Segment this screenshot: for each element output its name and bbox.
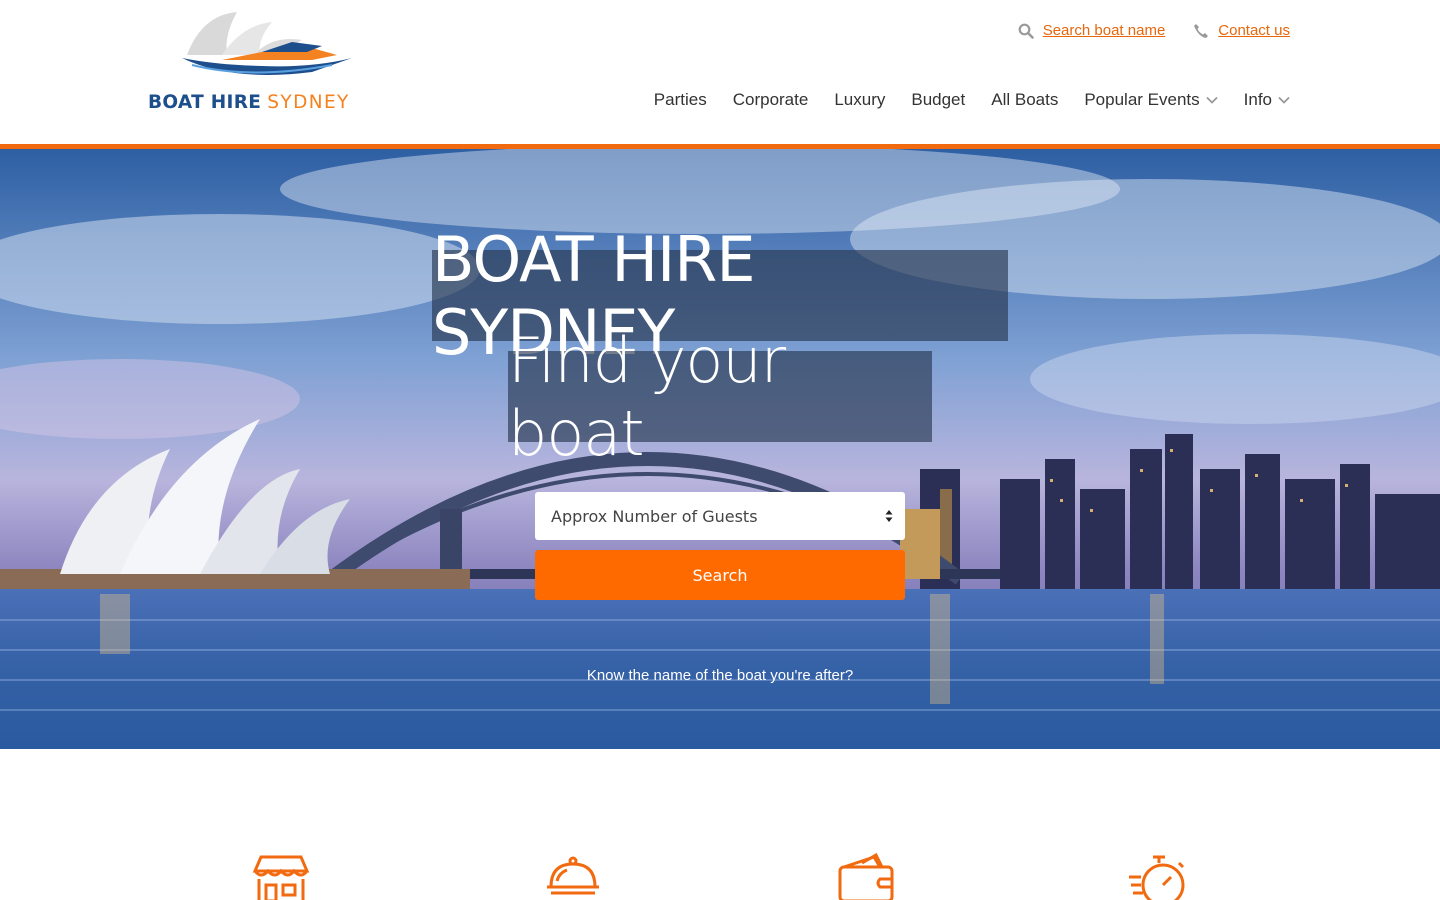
brand-logo[interactable]: BOAT HIRE SYDNEY	[148, 10, 374, 118]
nav-label: Popular Events	[1084, 90, 1200, 109]
hero-banner: BOAT HIRE SYDNEY Find your boat Approx N…	[0, 149, 1440, 749]
nav-label: Info	[1243, 90, 1272, 109]
storefront-icon	[252, 855, 310, 900]
logo-wordmark: BOAT HIRE SYDNEY	[148, 92, 350, 113]
nav-item-all-boats[interactable]: All Boats	[991, 90, 1058, 110]
contact-us-item[interactable]: Contact us	[1193, 22, 1290, 39]
search-button[interactable]: Search	[535, 550, 905, 600]
stopwatch-icon	[1129, 855, 1185, 900]
nav-item-parties[interactable]: Parties	[654, 90, 707, 110]
utility-links: Search boat name Contact us	[1018, 22, 1290, 39]
chevron-down-icon	[1278, 96, 1290, 104]
contact-us-link[interactable]: Contact us	[1218, 22, 1290, 39]
logo-text-boat-hire: BOAT HIRE	[148, 92, 262, 113]
nav-item-budget[interactable]: Budget	[911, 90, 965, 110]
know-boat-name-link[interactable]: Know the name of the boat you're after?	[0, 667, 1440, 684]
select-arrows-icon	[885, 510, 893, 522]
nav-label: Budget	[911, 90, 966, 109]
wallet-icon	[838, 853, 894, 900]
phone-icon	[1194, 23, 1209, 38]
search-boat-name-item[interactable]: Search boat name	[1018, 22, 1166, 39]
nav-label: Luxury	[834, 90, 886, 109]
serving-cloche-icon	[547, 856, 599, 895]
features-section	[0, 749, 1440, 900]
nav-item-info[interactable]: Info	[1244, 90, 1290, 110]
nav-item-luxury[interactable]: Luxury	[834, 90, 885, 110]
main-nav: Parties Corporate Luxury Budget All Boat…	[654, 90, 1290, 110]
guests-select[interactable]: Approx Number of Guests	[535, 492, 905, 540]
search-boat-name-link[interactable]: Search boat name	[1043, 22, 1166, 39]
chevron-down-icon	[1206, 96, 1218, 104]
site-header: BOAT HIRE SYDNEY Search boat name Contact…	[0, 0, 1440, 144]
nav-label: Parties	[653, 90, 707, 109]
guests-select-value: Approx Number of Guests	[551, 506, 758, 526]
hero-subtitle: Find your boat	[508, 323, 786, 470]
nav-label: All Boats	[991, 90, 1059, 109]
logo-text-sydney: SYDNEY	[267, 92, 350, 113]
search-icon	[1018, 23, 1034, 39]
nav-item-corporate[interactable]: Corporate	[733, 90, 809, 110]
nav-label: Corporate	[732, 90, 809, 109]
nav-item-popular-events[interactable]: Popular Events	[1084, 90, 1218, 110]
logo-boat-icon	[182, 12, 352, 75]
hero-subtitle-box: Find your boat	[508, 324, 932, 470]
